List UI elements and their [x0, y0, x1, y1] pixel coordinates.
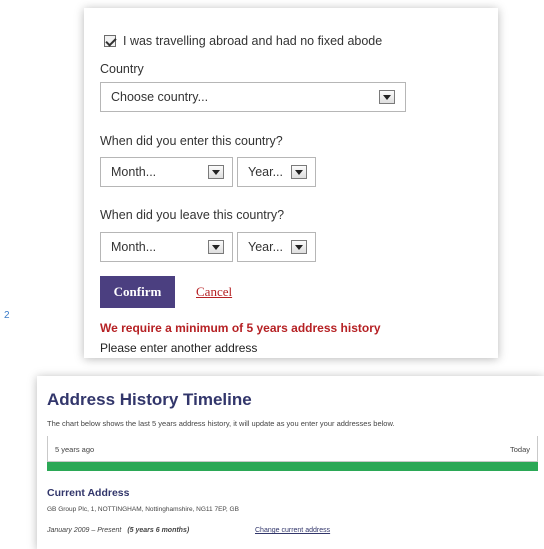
- timeline-end-tick: [537, 436, 538, 462]
- timeline-start-label: 5 years ago: [55, 445, 95, 454]
- current-address-period: January 2009 – Present: [47, 527, 122, 534]
- enter-month-select[interactable]: Month...: [100, 157, 233, 187]
- leave-year-select[interactable]: Year...: [237, 232, 316, 262]
- change-current-address-link[interactable]: Change current address: [255, 527, 330, 534]
- abroad-checkbox-row[interactable]: I was travelling abroad and had no fixed…: [104, 34, 382, 48]
- timeline-end-label: Today: [509, 445, 530, 454]
- timeline-start-tick: [47, 436, 48, 462]
- timeline-title: Address History Timeline: [47, 390, 252, 409]
- chevron-down-icon: [379, 90, 395, 104]
- enter-another-address-note: Please enter another address: [100, 341, 258, 355]
- leave-date-label: When did you leave this country?: [100, 208, 285, 222]
- confirm-button[interactable]: Confirm: [100, 276, 175, 308]
- country-label: Country: [100, 62, 144, 76]
- chevron-down-icon: [208, 240, 224, 254]
- leave-month-select[interactable]: Month...: [100, 232, 233, 262]
- current-address-period-row: January 2009 – Present (5 years 6 months): [47, 527, 189, 534]
- abroad-checkbox-label: I was travelling abroad and had no fixed…: [123, 34, 383, 48]
- country-select[interactable]: Choose country...: [100, 82, 406, 112]
- cancel-link[interactable]: Cancel: [196, 284, 232, 300]
- enter-month-value: Month...: [111, 165, 157, 179]
- timeline-bar-fill: [47, 462, 538, 471]
- chevron-down-icon: [291, 165, 307, 179]
- enter-year-select[interactable]: Year...: [237, 157, 316, 187]
- enter-year-value: Year...: [248, 165, 283, 179]
- timeline-description: The chart below shows the last 5 years a…: [47, 419, 395, 428]
- address-history-error: We require a minimum of 5 years address …: [100, 321, 381, 335]
- chevron-down-icon: [291, 240, 307, 254]
- country-select-value: Choose country...: [111, 90, 209, 104]
- enter-date-label: When did you enter this country?: [100, 134, 283, 148]
- timeline-scale: 5 years ago Today: [47, 436, 538, 462]
- current-address-duration: (5 years 6 months): [127, 527, 190, 534]
- chevron-down-icon: [208, 165, 224, 179]
- travel-abroad-form-card: I was travelling abroad and had no fixed…: [84, 8, 498, 358]
- address-history-timeline-card: Address History Timeline The chart below…: [37, 376, 544, 549]
- leave-year-value: Year...: [248, 240, 283, 254]
- abroad-checkbox[interactable]: [104, 35, 116, 47]
- current-address-text: GB Group Plc, 1, NOTTINGHAM, Nottinghams…: [47, 506, 239, 513]
- side-marker: 2: [4, 310, 10, 321]
- leave-month-value: Month...: [111, 240, 157, 254]
- current-address-heading: Current Address: [47, 487, 130, 499]
- timeline-bar: [47, 462, 538, 471]
